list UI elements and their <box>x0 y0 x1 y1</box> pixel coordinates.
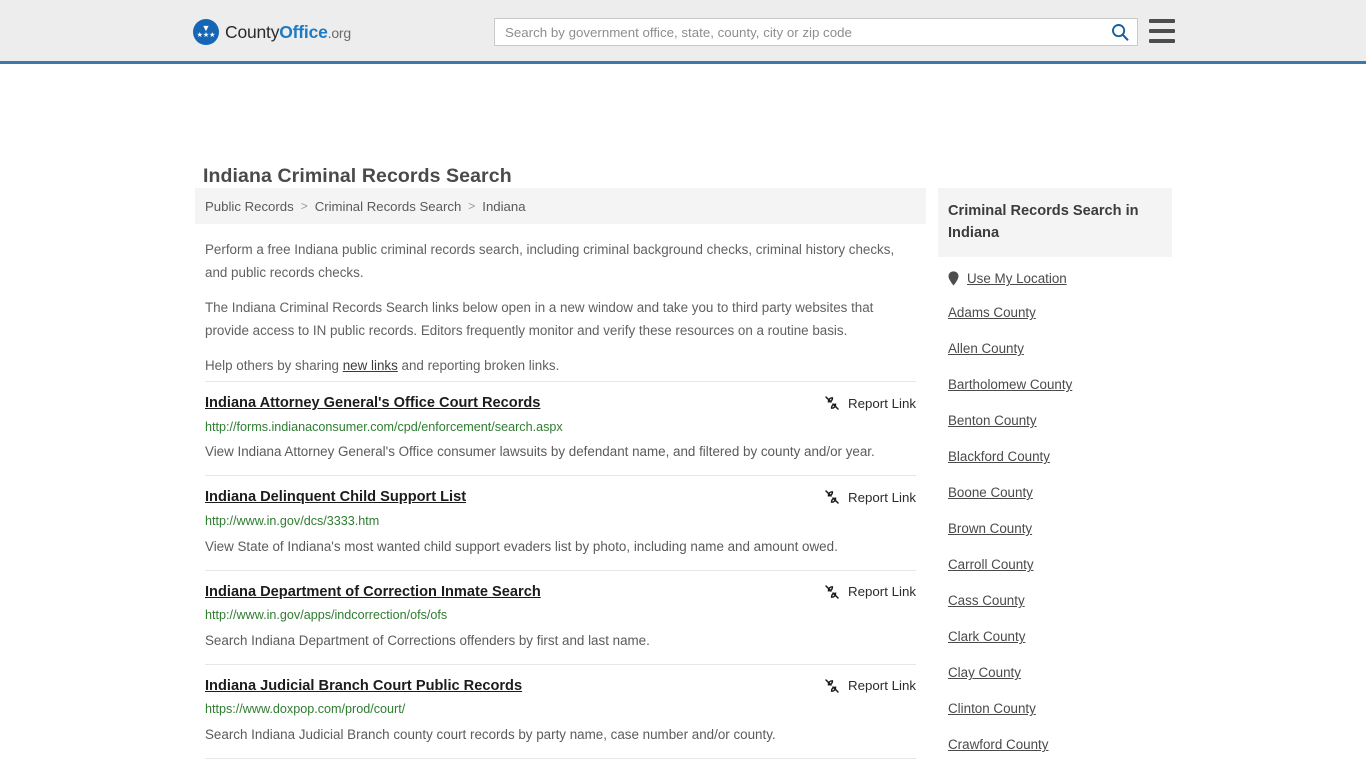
broken-link-icon <box>825 396 839 410</box>
result-item: Indiana Delinquent Child Support List Re… <box>205 475 916 569</box>
result-title-link[interactable]: Indiana Delinquent Child Support List <box>205 489 466 507</box>
sidebar-item-clark-county[interactable]: Clark County <box>948 629 1025 644</box>
intro-paragraph-1: Perform a free Indiana public criminal r… <box>205 242 895 281</box>
broken-link-icon <box>825 584 839 599</box>
result-description: View Indiana Attorney General's Office c… <box>205 444 875 460</box>
result-item: Indiana Attorney General's Office Court … <box>205 381 916 475</box>
sidebar-item-clinton-county[interactable]: Clinton County <box>948 701 1036 716</box>
site-logo[interactable]: ▼ ★★★ CountyOffice.org <box>193 19 351 45</box>
result-title-link[interactable]: Indiana Attorney General's Office Court … <box>205 395 540 413</box>
sidebar-item-cass-county[interactable]: Cass County <box>948 593 1025 608</box>
sidebar-item-use-my-location[interactable]: Use My Location <box>948 271 1162 286</box>
broken-link-icon <box>825 679 839 693</box>
result-description: Search Indiana Department of Corrections… <box>205 632 650 648</box>
intro-text: Perform a free Indiana public criminal r… <box>195 224 926 377</box>
search-input[interactable] <box>495 19 1103 45</box>
sidebar-item-blackford-county[interactable]: Blackford County <box>948 449 1050 464</box>
sidebar-item-carroll-county[interactable]: Carroll County <box>948 557 1034 572</box>
list-item: Clark County <box>938 628 1172 646</box>
sidebar-item-benton-county[interactable]: Benton County <box>948 413 1037 428</box>
sidebar-item-allen-county[interactable]: Allen County <box>948 341 1024 356</box>
breadcrumb-separator: > <box>300 199 308 213</box>
list-item: Carroll County <box>938 556 1172 574</box>
list-item: Allen County <box>938 340 1172 358</box>
logo-text-office: Office <box>279 21 328 42</box>
logo-text-org: .org <box>327 24 352 41</box>
result-header: Indiana Delinquent Child Support List Re… <box>205 489 916 507</box>
list-item: Bartholomew County <box>938 376 1172 394</box>
sidebar-item-boone-county[interactable]: Boone County <box>948 485 1033 500</box>
list-item: Clay County <box>938 664 1172 682</box>
breadcrumb: Public Records > Criminal Records Search… <box>195 188 926 224</box>
list-item: Adams County <box>938 304 1172 322</box>
report-link-button[interactable]: Report Link <box>812 584 916 600</box>
results-list: Indiana Attorney General's Office Court … <box>195 381 926 768</box>
result-url[interactable]: http://www.in.gov/dcs/3333.htm <box>205 513 916 531</box>
report-link-button[interactable]: Report Link <box>812 489 916 505</box>
list-item: Benton County <box>938 412 1172 430</box>
use-my-location-link[interactable]: Use My Location <box>967 271 1067 286</box>
result-header: Indiana Department of Correction Inmate … <box>205 584 916 602</box>
list-item: Cass County <box>938 592 1172 610</box>
intro-paragraph-3: Help others by sharing new links and rep… <box>205 354 916 377</box>
sidebar-heading: Criminal Records Search in Indiana <box>938 188 1172 258</box>
menu-bar-1 <box>1149 19 1175 23</box>
result-title-link[interactable]: Indiana Judicial Branch Court Public Rec… <box>205 678 522 696</box>
report-link-label: Report Link <box>848 678 916 694</box>
logo-text: CountyOffice.org <box>225 22 351 43</box>
sidebar-item-crawford-county[interactable]: Crawford County <box>948 737 1048 752</box>
intro-paragraph-2: The Indiana Criminal Records Search link… <box>205 300 874 339</box>
result-description: Search Indiana Judicial Branch county co… <box>205 726 776 742</box>
breadcrumb-item-criminal-records-search[interactable]: Criminal Records Search <box>315 199 462 214</box>
report-link-button[interactable]: Report Link <box>812 395 916 411</box>
intro-p3-before: Help others by sharing <box>205 358 343 374</box>
result-item: Indiana Department of Correction Inmate … <box>205 569 916 664</box>
sidebar-item-brown-county[interactable]: Brown County <box>948 521 1032 536</box>
list-item: Blackford County <box>938 448 1172 466</box>
breadcrumb-separator: > <box>468 199 476 213</box>
search-icon <box>1112 24 1129 41</box>
result-header: Indiana Attorney General's Office Court … <box>205 395 916 413</box>
result-url[interactable]: http://www.in.gov/apps/indcorrection/ofs… <box>205 607 916 625</box>
report-link-button[interactable]: Report Link <box>812 678 916 694</box>
eagle-shield-icon: ▼ ★★★ <box>193 19 219 45</box>
breadcrumb-item-public-records[interactable]: Public Records <box>205 199 294 214</box>
menu-bar-3 <box>1149 39 1175 43</box>
hamburger-menu-icon[interactable] <box>1149 19 1175 43</box>
page-title: Indiana Criminal Records Search <box>203 165 512 188</box>
search-button[interactable] <box>1103 19 1137 45</box>
list-item: Clinton County <box>938 700 1172 718</box>
search-bar <box>494 18 1138 46</box>
result-description: View State of Indiana's most wanted chil… <box>205 538 838 554</box>
county-list: Use My Location Adams County Allen Count… <box>938 257 1172 768</box>
sidebar-item-adams-county[interactable]: Adams County <box>948 305 1036 320</box>
main-content: Public Records > Criminal Records Search… <box>195 188 926 768</box>
result-item: Indiana Judicial Branch Court Records Re… <box>205 757 916 768</box>
list-item: Boone County <box>938 484 1172 502</box>
list-item: Use My Location <box>938 271 1172 286</box>
new-links-link[interactable]: new links <box>343 358 398 373</box>
result-title-link[interactable]: Indiana Department of Correction Inmate … <box>205 584 541 602</box>
result-item: Indiana Judicial Branch Court Public Rec… <box>205 663 916 758</box>
result-url[interactable]: http://forms.indianaconsumer.com/cpd/enf… <box>205 419 916 437</box>
list-item: Brown County <box>938 520 1172 538</box>
sidebar: Criminal Records Search in Indiana Use M… <box>938 188 1172 768</box>
report-link-label: Report Link <box>848 395 916 411</box>
site-header: ▼ ★★★ CountyOffice.org <box>0 0 1366 64</box>
sidebar-item-clay-county[interactable]: Clay County <box>948 665 1021 680</box>
list-item: Crawford County <box>938 736 1172 754</box>
result-header: Indiana Judicial Branch Court Public Rec… <box>205 678 916 696</box>
report-link-label: Report Link <box>848 489 916 505</box>
logo-text-county: County <box>225 21 280 42</box>
sidebar-item-bartholomew-county[interactable]: Bartholomew County <box>948 377 1072 392</box>
menu-bar-2 <box>1149 29 1175 33</box>
breadcrumb-item-indiana: Indiana <box>482 198 526 214</box>
report-link-label: Report Link <box>848 584 916 600</box>
intro-p3-after: and reporting broken links. <box>397 358 560 374</box>
broken-link-icon <box>825 490 839 505</box>
result-url[interactable]: https://www.doxpop.com/prod/court/ <box>205 701 916 719</box>
map-pin-icon <box>948 271 959 286</box>
